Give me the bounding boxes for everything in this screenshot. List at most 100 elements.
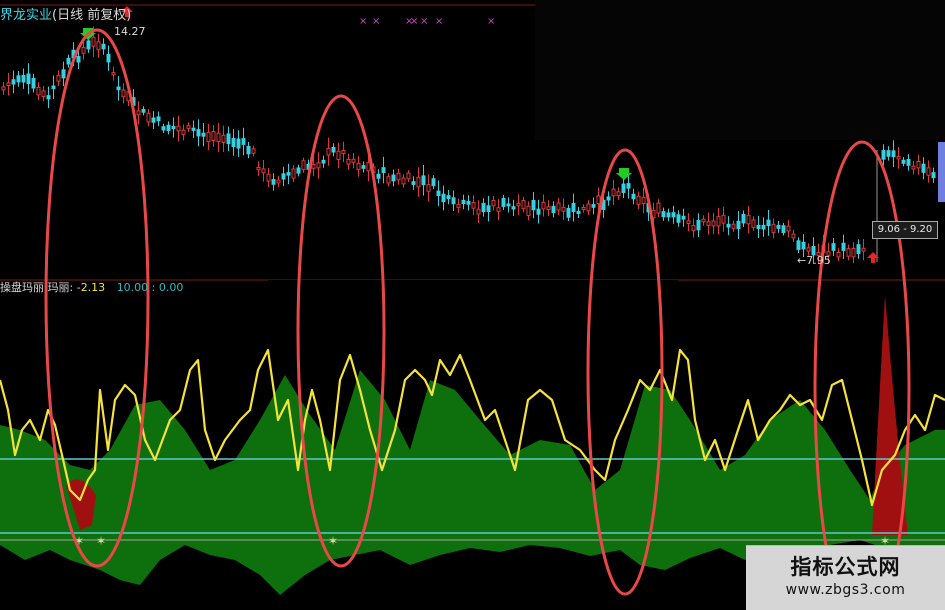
candle-body <box>896 156 901 160</box>
indicator-values2: 10.00 : 0.00 <box>116 281 184 294</box>
candle-body <box>571 203 576 213</box>
candle-body <box>461 199 466 205</box>
candle-body <box>541 201 546 210</box>
candle-body <box>206 131 211 143</box>
candle-body <box>891 150 896 158</box>
candle-body <box>431 178 436 187</box>
candle-body <box>121 89 126 98</box>
period-label: (日线 前复权) <box>52 8 132 23</box>
candle-body <box>746 214 751 225</box>
candle-body <box>106 53 111 63</box>
candle-body <box>271 179 276 185</box>
candle-body <box>296 167 301 174</box>
candle-body <box>641 196 646 205</box>
candle-body <box>46 95 51 100</box>
candle-body <box>596 195 601 205</box>
candle-body <box>686 220 691 224</box>
candle-body <box>731 223 736 229</box>
candle-body <box>416 176 421 188</box>
candle-body <box>496 207 501 212</box>
candle-body <box>241 138 246 145</box>
chart-title: 界龙实业(日线 前复权) <box>0 4 131 23</box>
candle-body <box>351 158 356 163</box>
candle-body <box>221 134 226 143</box>
candle-body <box>1 86 6 91</box>
candle-body <box>376 173 381 179</box>
candle-body <box>761 224 766 230</box>
candle-body <box>666 212 671 218</box>
candle-body <box>151 117 156 123</box>
candle-body <box>76 56 81 63</box>
candle-body <box>676 214 681 223</box>
candle-body <box>451 197 456 205</box>
candle-body <box>836 252 841 258</box>
candle-body <box>91 36 96 47</box>
candle-body <box>196 129 201 137</box>
candle-body <box>446 195 451 200</box>
candle-body <box>161 126 166 131</box>
candle-body <box>516 203 521 207</box>
signal-x-icon: × <box>410 16 418 27</box>
candle-body <box>156 116 161 122</box>
candle-body <box>281 173 286 180</box>
candle-body <box>286 172 291 176</box>
candle-body <box>96 41 101 51</box>
signal-x-icon: × <box>435 16 443 27</box>
candle-body <box>886 150 891 157</box>
candle-body <box>291 168 296 179</box>
candle-body <box>916 161 921 169</box>
candle-body <box>506 203 511 207</box>
candle-body <box>26 73 31 85</box>
candle-body <box>481 202 486 213</box>
candle-body <box>561 206 566 212</box>
candle-body <box>136 110 141 116</box>
stock-name: 界龙实业 <box>0 8 53 23</box>
candle-body <box>396 172 401 181</box>
candle-body <box>616 191 621 197</box>
signal-x-icon: × <box>487 16 495 27</box>
candle-body <box>261 168 266 174</box>
price-range-box: 9.06 - 9.20 <box>872 221 938 239</box>
chart-canvas[interactable]: × × ×× × × × ✶ ✶ ✶ ✶ <box>0 0 945 609</box>
candle-body <box>531 199 536 211</box>
watermark-panel: 指标公式网 www.zbgs3.com <box>746 545 945 610</box>
candle-body <box>56 74 61 82</box>
candle-body <box>386 176 391 184</box>
candle-body <box>511 206 516 210</box>
candle-body <box>66 57 71 65</box>
candle-body <box>101 43 106 50</box>
candle-body <box>901 159 906 164</box>
candle-body <box>786 225 791 232</box>
candle-body <box>741 214 746 224</box>
candle-body <box>556 202 561 211</box>
watermark-title: 指标公式网 <box>790 555 901 579</box>
candle-body <box>911 165 916 170</box>
star-marker-icon: ✶ <box>328 534 338 548</box>
candle-body <box>851 247 856 258</box>
candle-body <box>756 224 761 229</box>
candle-body <box>401 177 406 185</box>
candle-body <box>926 167 931 176</box>
candle-body <box>336 150 341 161</box>
candle-body <box>906 159 911 166</box>
candle-body <box>861 247 866 252</box>
candle-body <box>636 195 641 205</box>
candle-body <box>231 138 236 148</box>
candle-body <box>581 206 586 211</box>
candle-body <box>21 74 26 83</box>
candle-body <box>696 220 701 231</box>
candle-body <box>856 244 861 254</box>
candle-body <box>61 69 66 79</box>
candle-body <box>81 47 86 54</box>
candle-body <box>526 205 531 217</box>
candle-body <box>551 205 556 213</box>
candle-body <box>591 204 596 208</box>
candle-body <box>191 127 196 131</box>
candle-body <box>316 162 321 169</box>
candle-body <box>466 200 471 205</box>
candle-body <box>391 174 396 182</box>
candle-body <box>881 150 886 160</box>
candle-body <box>236 138 241 149</box>
candle-body <box>266 173 271 182</box>
candle-body <box>801 241 806 250</box>
